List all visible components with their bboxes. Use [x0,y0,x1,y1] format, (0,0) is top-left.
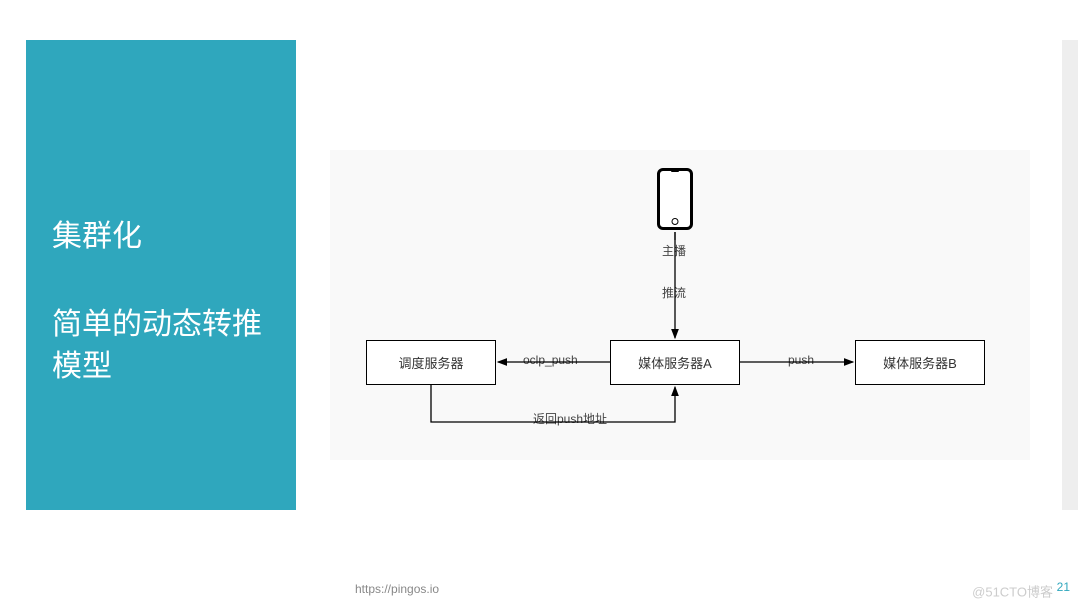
sidebar-panel: 集群化 简单的动态转推模型 [26,40,296,510]
phone-screen [662,177,688,217]
label-push: push [788,353,814,367]
label-host: 主播 [662,242,686,259]
label-oclp-push: oclp_push [523,353,578,367]
node-dispatch-server: 调度服务器 [366,340,496,385]
footer-url: https://pingos.io [355,582,439,596]
node-media-server-b: 媒体服务器B [855,340,985,385]
sidebar-subtitle: 简单的动态转推模型 [52,304,270,388]
label-return-address: 返回push地址 [533,410,607,427]
watermark: @51CTO博客 21 [972,580,1070,600]
label-push-stream: 推流 [662,284,686,301]
phone-icon [657,168,693,230]
node-media-server-a: 媒体服务器A [610,340,740,385]
right-decor-strip [1062,40,1078,510]
diagram-canvas: 主播 推流 调度服务器 媒体服务器A 媒体服务器B oclp_push push… [330,150,1030,460]
sidebar-title: 集群化 [52,216,270,258]
watermark-text: @51CTO博客 [972,584,1053,599]
page-number: 21 [1057,580,1070,594]
